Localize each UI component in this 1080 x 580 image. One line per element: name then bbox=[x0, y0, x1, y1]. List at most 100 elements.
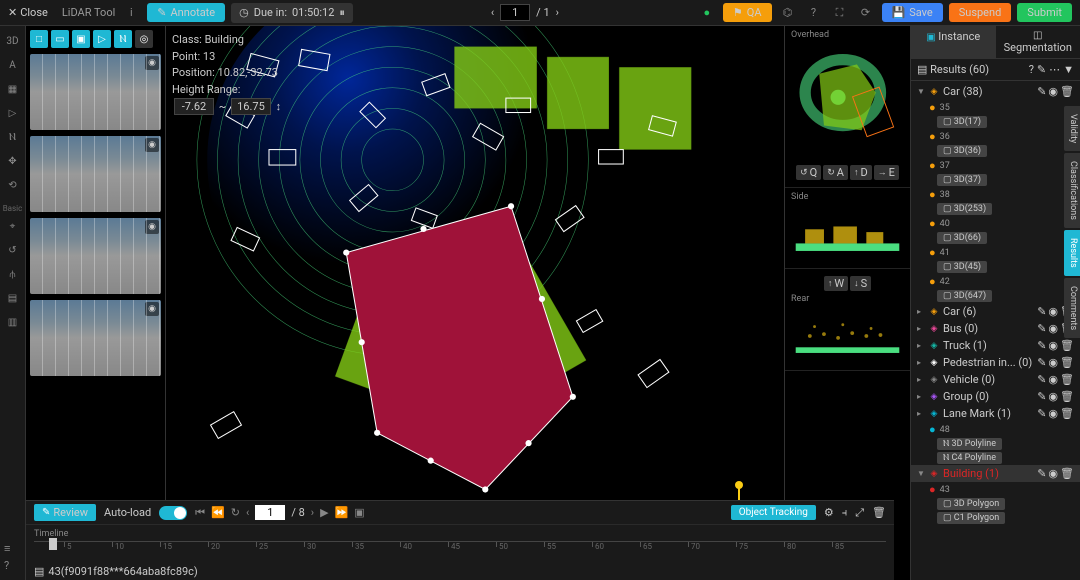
tree-sub-item[interactable]: ▢ 3D(647) bbox=[911, 289, 1080, 303]
settings-bl-icon[interactable]: ≡ bbox=[4, 542, 10, 555]
tree-sub-item[interactable]: ● 40 bbox=[911, 216, 1080, 231]
tool-undo[interactable]: ↺ bbox=[2, 239, 24, 261]
tool-layers[interactable]: ▥ bbox=[2, 311, 24, 333]
eye-icon[interactable]: ◉ bbox=[1048, 322, 1058, 335]
autoload-toggle[interactable] bbox=[159, 506, 187, 520]
tree-sub-item[interactable]: ● 37 bbox=[911, 158, 1080, 173]
gear-icon[interactable]: ⚙ bbox=[824, 506, 834, 519]
key-a[interactable]: ↻A bbox=[823, 165, 848, 180]
trash-icon[interactable]: 🗑 bbox=[1060, 85, 1074, 98]
suspend-button[interactable]: Suspend bbox=[949, 3, 1012, 22]
tool-move[interactable]: ✥ bbox=[2, 150, 24, 172]
key-w[interactable]: ↑W bbox=[824, 276, 848, 291]
forward-icon[interactable]: ⏩ bbox=[335, 506, 349, 519]
annotate-button[interactable]: ✎ Annotate bbox=[147, 3, 225, 22]
help-bl-icon[interactable]: ? bbox=[4, 559, 10, 572]
loop-icon[interactable]: ▣ bbox=[354, 506, 364, 519]
tree-sub-item[interactable]: ● 48 bbox=[911, 422, 1080, 437]
tree-sub-item[interactable]: ▢ 3D(45) bbox=[911, 260, 1080, 274]
poly-tool-icon[interactable]: ▷ bbox=[93, 30, 111, 48]
tree-sub-item[interactable]: ● 35 bbox=[911, 100, 1080, 115]
eye-icon[interactable]: ◉ bbox=[1048, 467, 1058, 480]
tree-sub-item[interactable]: Ⲛ C4 Polyline bbox=[911, 451, 1080, 465]
vtab-results[interactable]: Results bbox=[1064, 230, 1080, 276]
tool-path[interactable]: Ⲛ bbox=[2, 126, 24, 148]
tree-sub-item[interactable]: ▢ C1 Polygon bbox=[911, 511, 1080, 525]
target-tool-icon[interactable]: ◎ bbox=[135, 30, 153, 48]
info-icon[interactable]: i bbox=[121, 3, 141, 23]
box-tool-icon[interactable]: □ bbox=[30, 30, 48, 48]
edit-sm-icon[interactable]: ✎ bbox=[1037, 63, 1046, 76]
rewind-icon[interactable]: ⏪ bbox=[211, 506, 225, 519]
eye-icon[interactable]: ◉ bbox=[1048, 85, 1058, 98]
tool-rotate[interactable]: ⟲ bbox=[2, 174, 24, 196]
timeline-ruler[interactable]: 510152025303540455055606570758085 bbox=[34, 541, 886, 559]
tool-play[interactable]: ▷ bbox=[2, 102, 24, 124]
eye-icon[interactable]: ◉ bbox=[1048, 407, 1058, 420]
tree-sub-item[interactable]: ▢ 3D(36) bbox=[911, 144, 1080, 158]
tool-cursor[interactable]: ⌖ bbox=[2, 215, 24, 237]
prev-frame-icon[interactable]: ‹ bbox=[246, 506, 249, 519]
pause-icon[interactable]: ⏸ bbox=[339, 6, 345, 20]
edit-icon[interactable]: ✎ bbox=[1037, 305, 1046, 318]
rear-view[interactable] bbox=[791, 306, 904, 366]
review-button[interactable]: ✎ Review bbox=[34, 504, 96, 521]
page-input[interactable] bbox=[500, 4, 530, 21]
camera-thumb-2[interactable]: ◉ bbox=[30, 136, 161, 212]
visibility-icon[interactable]: ◉ bbox=[145, 56, 159, 70]
cube-tool-icon[interactable]: ▣ bbox=[72, 30, 90, 48]
tool-a[interactable]: A bbox=[2, 54, 24, 76]
filter-sm-icon[interactable]: ▼ bbox=[1063, 63, 1074, 76]
height-min-input[interactable] bbox=[174, 98, 214, 115]
help-sm-icon[interactable]: ? bbox=[1029, 63, 1034, 76]
overhead-view[interactable] bbox=[791, 42, 904, 162]
trash-icon[interactable]: 🗑 bbox=[1060, 407, 1074, 420]
prev-page-icon[interactable]: ‹ bbox=[491, 6, 494, 19]
close-button[interactable]: ✕ Close bbox=[8, 6, 48, 19]
expand-icon[interactable]: ⤢ bbox=[855, 506, 864, 520]
tree-item[interactable]: ▸◈Group (0)✎◉🗑 bbox=[911, 388, 1080, 405]
tab-segmentation[interactable]: ◫ Segmentation bbox=[996, 26, 1080, 58]
vtab-validity[interactable]: Validity bbox=[1064, 106, 1080, 151]
edit-icon[interactable]: ✎ bbox=[1037, 339, 1046, 352]
frame-input[interactable] bbox=[255, 505, 285, 520]
camera-thumb-4[interactable]: ◉ bbox=[30, 300, 161, 376]
qa-button[interactable]: ⚑ QA bbox=[723, 3, 772, 22]
next-frame-icon[interactable]: › bbox=[311, 506, 314, 519]
shape-tool-icon[interactable]: ▭ bbox=[51, 30, 69, 48]
tree-sub-item[interactable]: ▢ 3D(66) bbox=[911, 231, 1080, 245]
trash-icon[interactable]: 🗑 bbox=[1060, 467, 1074, 480]
tree-sub-item[interactable]: ● 38 bbox=[911, 187, 1080, 202]
edit-icon[interactable]: ✎ bbox=[1037, 322, 1046, 335]
key-q[interactable]: ↺Q bbox=[796, 165, 821, 180]
fullscreen-icon[interactable]: ⛶ bbox=[830, 3, 850, 23]
next-page-icon[interactable]: › bbox=[556, 6, 559, 19]
reload-icon[interactable]: ↻ bbox=[231, 506, 240, 519]
tree-item[interactable]: ▸◈Pedestrian in... (0)✎◉🗑 bbox=[911, 354, 1080, 371]
object-tracking-button[interactable]: Object Tracking bbox=[731, 505, 816, 520]
tree-item[interactable]: ▸◈Vehicle (0)✎◉🗑 bbox=[911, 371, 1080, 388]
help-icon[interactable]: ? bbox=[804, 3, 824, 23]
tool-3d[interactable]: 3D bbox=[2, 30, 24, 52]
eye-icon[interactable]: ◉ bbox=[1048, 373, 1058, 386]
tree-item[interactable]: ▸◈Lane Mark (1)✎◉🗑 bbox=[911, 405, 1080, 422]
tree-item[interactable]: ▸◈Truck (1)✎◉🗑 bbox=[911, 337, 1080, 354]
submit-button[interactable]: Submit bbox=[1017, 3, 1072, 22]
trash-icon[interactable]: 🗑 bbox=[1060, 339, 1074, 352]
visibility-icon[interactable]: ◉ bbox=[145, 302, 159, 316]
edit-icon[interactable]: ✎ bbox=[1037, 390, 1046, 403]
tool-grid[interactable]: ▤ bbox=[2, 287, 24, 309]
trash-icon[interactable]: 🗑 bbox=[1060, 356, 1074, 369]
tree-item[interactable]: ▼◈Car (38)✎◉🗑 bbox=[911, 83, 1080, 100]
key-s[interactable]: ↓S bbox=[850, 276, 871, 291]
eye-icon[interactable]: ◉ bbox=[1048, 356, 1058, 369]
edit-icon[interactable]: ✎ bbox=[1037, 467, 1046, 480]
more-sm-icon[interactable]: ⋯ bbox=[1049, 63, 1060, 76]
check-icon[interactable]: ● bbox=[697, 3, 717, 23]
tree-sub-item[interactable]: ▢ 3D(37) bbox=[911, 173, 1080, 187]
tree-item[interactable]: ▸◈Bus (0)✎◉🗑 bbox=[911, 320, 1080, 337]
line-tool-icon[interactable]: Ⲛ bbox=[114, 30, 132, 48]
tree-sub-item[interactable]: Ⲛ 3D Polyline bbox=[911, 437, 1080, 451]
tool-image[interactable]: ▦ bbox=[2, 78, 24, 100]
refresh-icon[interactable]: ⟳ bbox=[856, 3, 876, 23]
